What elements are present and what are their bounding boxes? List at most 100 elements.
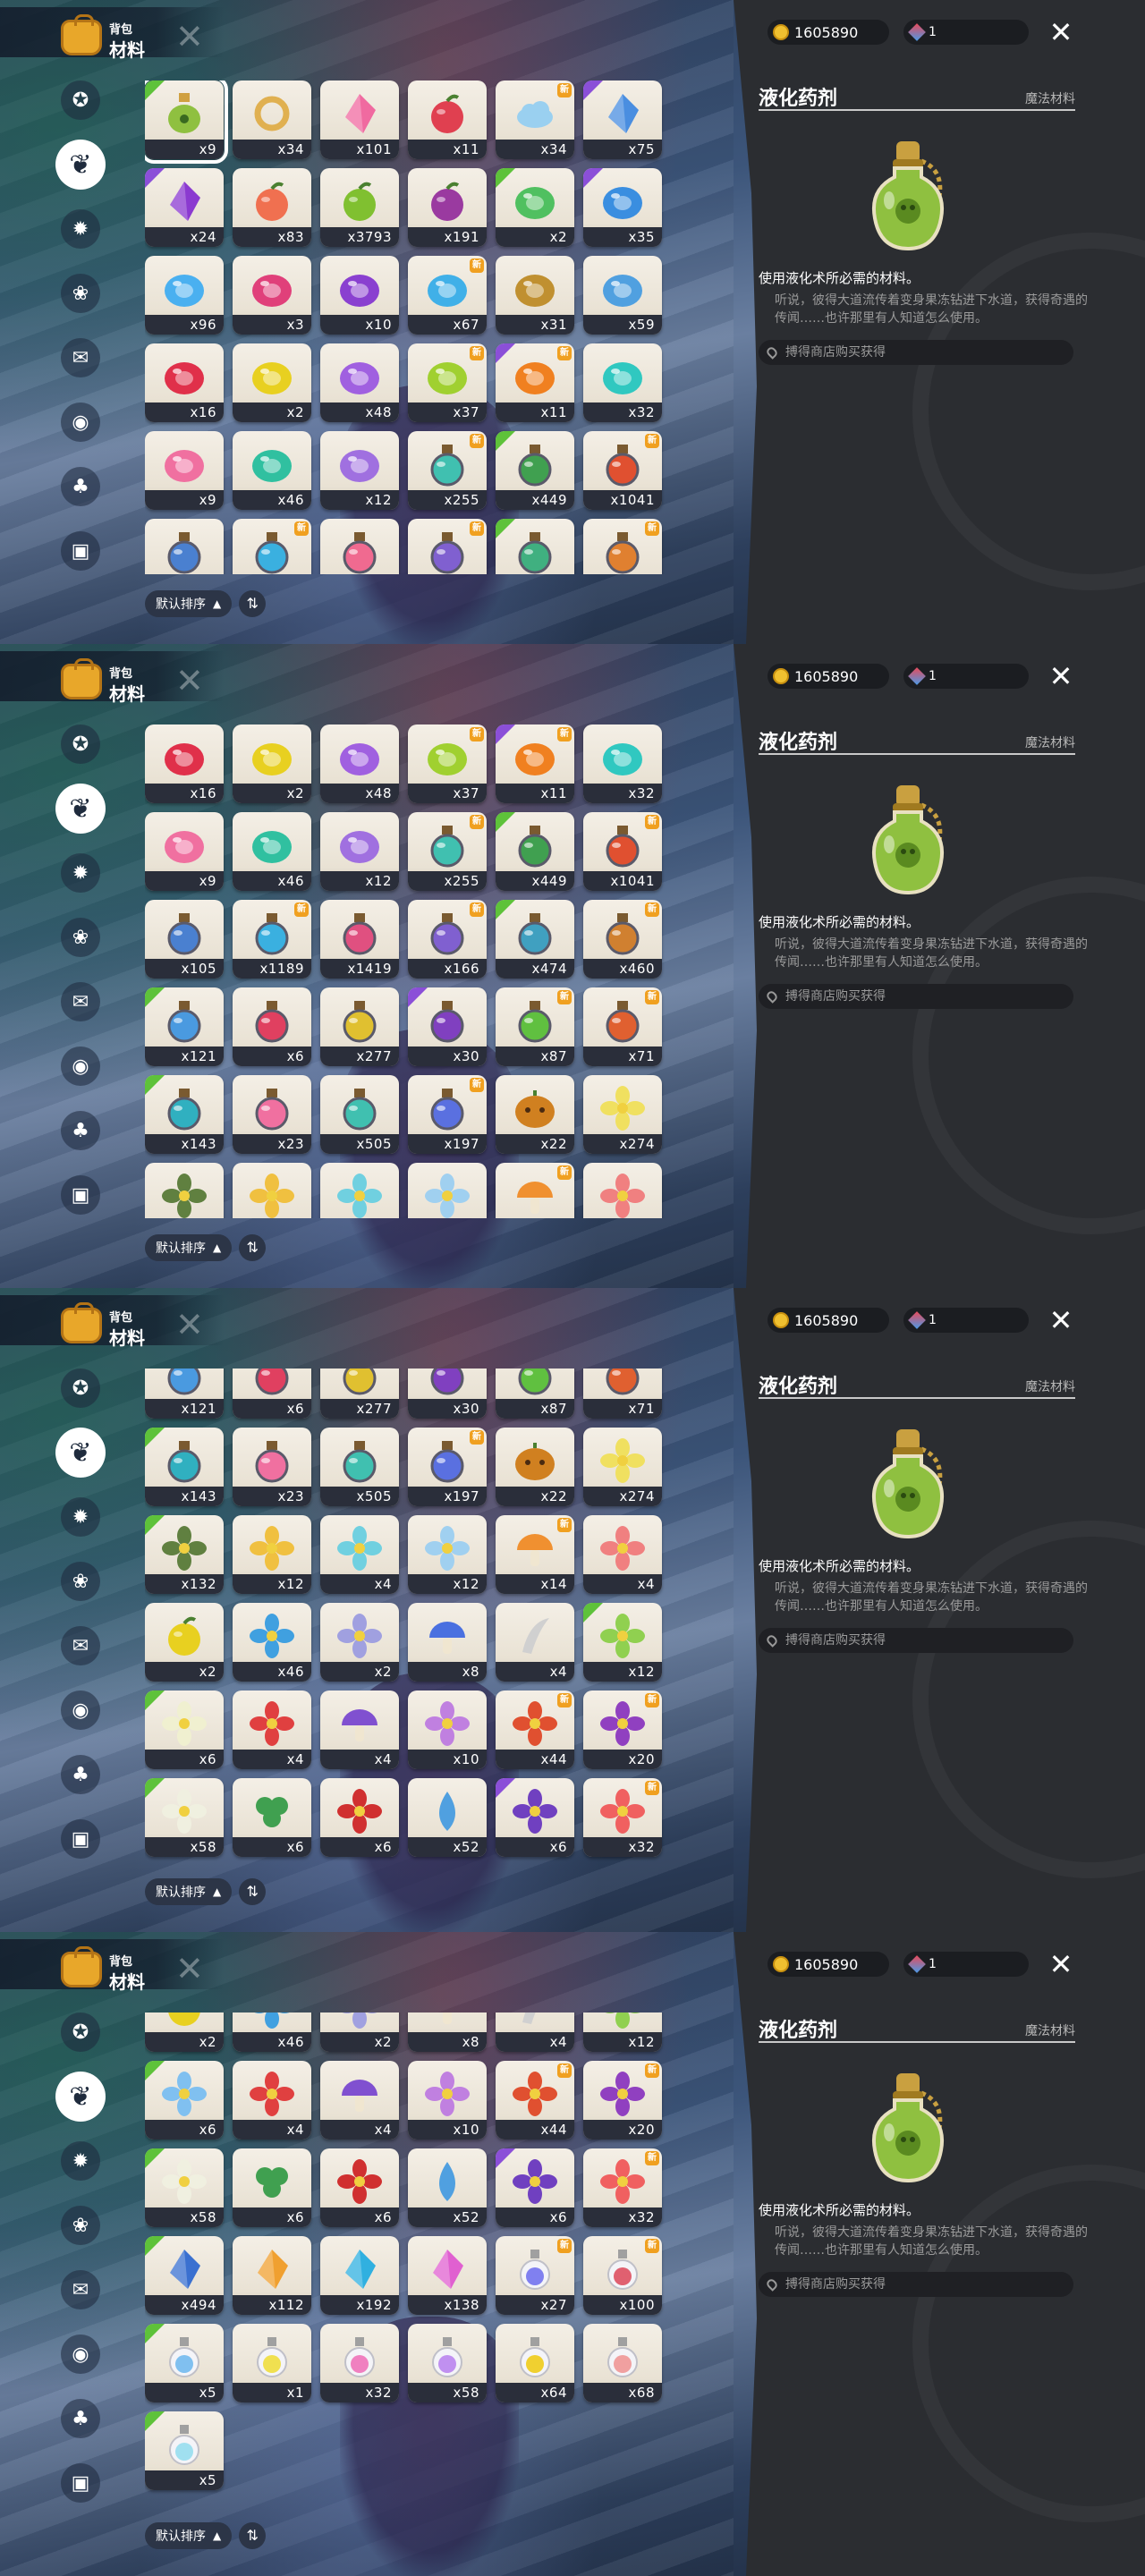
- item-slot[interactable]: x12: [583, 1603, 662, 1682]
- item-slot[interactable]: x31: [496, 256, 574, 335]
- item-slot[interactable]: 新 x32: [583, 2148, 662, 2227]
- sidebar-scroll-icon[interactable]: ✉: [61, 2270, 100, 2309]
- sidebar-chest-icon[interactable]: ▣: [61, 1175, 100, 1215]
- item-slot[interactable]: x58: [145, 1778, 224, 1857]
- item-slot[interactable]: x24: [145, 168, 224, 247]
- sidebar-chest-icon[interactable]: ▣: [61, 2463, 100, 2503]
- sidebar-scroll-icon[interactable]: ✉: [61, 338, 100, 377]
- item-slot[interactable]: x6: [233, 987, 311, 1066]
- sort-dropdown[interactable]: 默认排序 ▲: [145, 1234, 233, 1261]
- sidebar-ball-icon[interactable]: ◉: [61, 402, 100, 442]
- item-slot[interactable]: [583, 1163, 662, 1218]
- item-slot[interactable]: 新 x67: [408, 256, 487, 335]
- item-slot[interactable]: x449: [496, 431, 574, 510]
- sort-dropdown[interactable]: 默认排序 ▲: [145, 1878, 233, 1905]
- item-slot[interactable]: 新 x14: [496, 1515, 574, 1594]
- sidebar-star-icon[interactable]: ✪: [61, 80, 100, 120]
- sidebar-ball-icon[interactable]: ◉: [61, 1046, 100, 1086]
- sidebar-ball-icon[interactable]: ◉: [61, 2334, 100, 2374]
- item-slot[interactable]: 新: [408, 519, 487, 574]
- item-slot[interactable]: [496, 519, 574, 574]
- item-slot[interactable]: 新 x32: [583, 1778, 662, 1857]
- sidebar-leaf-icon[interactable]: ❦: [55, 784, 106, 834]
- sidebar-leaf-icon[interactable]: ❦: [55, 1428, 106, 1478]
- item-slot[interactable]: 新 x11: [496, 724, 574, 803]
- item-slot[interactable]: 新: [233, 519, 311, 574]
- item-slot[interactable]: x12: [233, 1515, 311, 1594]
- item-slot[interactable]: x101: [320, 80, 399, 159]
- close-icon[interactable]: ✕: [1047, 18, 1075, 47]
- item-slot[interactable]: x9: [145, 80, 228, 164]
- item-slot[interactable]: x46: [233, 812, 311, 891]
- sort-order-toggle-icon[interactable]: ⇅: [239, 1234, 267, 1261]
- item-slot[interactable]: 新x71: [583, 1368, 662, 1419]
- item-slot[interactable]: 新: [583, 519, 662, 574]
- item-slot[interactable]: x9: [145, 431, 224, 510]
- sidebar-ball-icon[interactable]: ◉: [61, 1690, 100, 1730]
- item-slot[interactable]: x64: [496, 2324, 574, 2402]
- item-slot[interactable]: x2: [145, 2012, 224, 2052]
- item-slot[interactable]: x6: [233, 2148, 311, 2227]
- item-slot[interactable]: x52: [408, 1778, 487, 1857]
- item-slot[interactable]: x2: [320, 1603, 399, 1682]
- sidebar-bell-icon[interactable]: ♣: [61, 1111, 100, 1150]
- sort-dropdown[interactable]: 默认排序 ▲: [145, 590, 233, 617]
- sidebar-gear-icon[interactable]: ✹: [61, 1497, 100, 1537]
- item-slot[interactable]: x10: [320, 256, 399, 335]
- item-slot[interactable]: 新 x166: [408, 900, 487, 979]
- sidebar-scroll-icon[interactable]: ✉: [61, 1626, 100, 1665]
- item-slot[interactable]: x5: [145, 2411, 224, 2490]
- item-slot[interactable]: x46: [233, 431, 311, 510]
- item-slot[interactable]: x6: [145, 2061, 224, 2140]
- item-slot[interactable]: x5: [145, 2324, 224, 2402]
- item-slot[interactable]: x4: [320, 1690, 399, 1769]
- item-slot[interactable]: x23: [233, 1428, 311, 1506]
- item-slot[interactable]: 新 x255: [408, 431, 487, 510]
- item-slot[interactable]: x121: [145, 987, 224, 1066]
- item-slot[interactable]: x22: [496, 1428, 574, 1506]
- close-icon[interactable]: ✕: [1047, 662, 1075, 691]
- item-slot[interactable]: 新 x37: [408, 724, 487, 803]
- item-slot[interactable]: x4: [496, 2012, 574, 2052]
- item-slot[interactable]: x12: [320, 812, 399, 891]
- item-slot[interactable]: 新 x100: [583, 2236, 662, 2315]
- item-slot[interactable]: x32: [583, 343, 662, 422]
- item-slot[interactable]: x3: [233, 256, 311, 335]
- item-slot[interactable]: x121: [145, 1368, 224, 1419]
- close-icon[interactable]: ✕: [1047, 1306, 1075, 1335]
- item-slot[interactable]: [145, 519, 224, 574]
- sidebar-bell-icon[interactable]: ♣: [61, 1755, 100, 1794]
- item-slot[interactable]: x143: [145, 1428, 224, 1506]
- item-slot[interactable]: [408, 1163, 487, 1218]
- item-slot[interactable]: x8: [408, 1603, 487, 1682]
- item-slot[interactable]: x6: [320, 2148, 399, 2227]
- item-slot[interactable]: [145, 1163, 224, 1218]
- close-icon[interactable]: ✕: [1047, 1950, 1075, 1979]
- sidebar-petal-icon[interactable]: ❀: [61, 918, 100, 957]
- sort-dropdown[interactable]: 默认排序 ▲: [145, 2522, 233, 2549]
- item-slot[interactable]: x68: [583, 2324, 662, 2402]
- item-slot[interactable]: x6: [233, 1368, 311, 1419]
- item-slot[interactable]: x277: [320, 1368, 399, 1419]
- sidebar-leaf-icon[interactable]: ❦: [55, 140, 106, 190]
- item-slot[interactable]: x505: [320, 1075, 399, 1154]
- item-slot[interactable]: x2: [320, 2012, 399, 2052]
- item-slot[interactable]: x1419: [320, 900, 399, 979]
- item-slot[interactable]: x12: [408, 1515, 487, 1594]
- item-slot[interactable]: x16: [145, 724, 224, 803]
- item-slot[interactable]: x83: [233, 168, 311, 247]
- item-slot[interactable]: x274: [583, 1075, 662, 1154]
- item-slot[interactable]: x8: [408, 2012, 487, 2052]
- item-slot[interactable]: x4: [320, 1515, 399, 1594]
- item-slot[interactable]: 新 x44: [496, 1690, 574, 1769]
- item-slot[interactable]: 新 x197: [408, 1428, 487, 1506]
- item-slot[interactable]: 新 x197: [408, 1075, 487, 1154]
- item-slot[interactable]: x12: [583, 2012, 662, 2052]
- item-slot[interactable]: x3793: [320, 168, 399, 247]
- item-slot[interactable]: x449: [496, 812, 574, 891]
- sort-order-toggle-icon[interactable]: ⇅: [239, 2522, 267, 2549]
- item-slot[interactable]: x4: [233, 1690, 311, 1769]
- item-slot[interactable]: x22: [496, 1075, 574, 1154]
- item-slot[interactable]: x191: [408, 168, 487, 247]
- item-slot[interactable]: x9: [145, 812, 224, 891]
